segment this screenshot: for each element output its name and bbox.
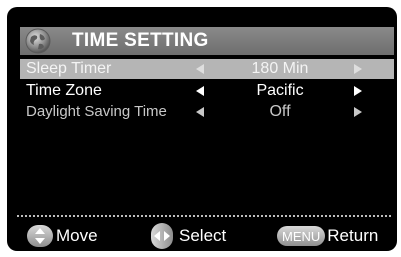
footer-hints: Move Select MENU Return	[7, 223, 397, 251]
menu-row-label: Sleep Timer	[26, 60, 112, 77]
menu-row-label: Daylight Saving Time	[26, 103, 167, 120]
up-down-icon	[27, 225, 53, 247]
menu-row-sleep-timer[interactable]: Sleep Timer 180 Min	[20, 59, 394, 79]
menu-header: TIME SETTING	[20, 27, 394, 55]
arrow-right-icon[interactable]	[354, 86, 362, 96]
globe-icon	[25, 28, 51, 54]
select-label: Select	[179, 226, 227, 245]
arrow-left-icon[interactable]	[196, 86, 204, 96]
arrow-right-icon[interactable]	[354, 107, 362, 117]
left-right-icon	[151, 223, 173, 249]
menu-row-value: Off	[269, 103, 291, 120]
footer-divider	[17, 215, 391, 217]
menu-row-time-zone[interactable]: Time Zone Pacific	[20, 81, 394, 101]
menu-row-label: Time Zone	[26, 82, 102, 99]
return-label: Return	[327, 226, 379, 245]
return-hint: MENU Return	[277, 223, 378, 249]
arrow-left-icon[interactable]	[196, 107, 204, 117]
move-label: Move	[56, 226, 98, 245]
arrow-left-icon[interactable]	[196, 64, 204, 74]
menu-key-icon: MENU	[277, 226, 326, 246]
osd-window: TIME SETTING Sleep Timer 180 Min Time Zo…	[7, 7, 397, 251]
menu-row-value: Pacific	[256, 82, 304, 99]
menu-row-value: 180 Min	[251, 60, 309, 77]
move-hint: Move	[27, 223, 98, 249]
menu-row-daylight-saving-time[interactable]: Daylight Saving Time Off	[20, 102, 394, 122]
page-title: TIME SETTING	[72, 30, 209, 51]
select-hint: Select	[151, 223, 226, 249]
arrow-right-icon[interactable]	[354, 64, 362, 74]
